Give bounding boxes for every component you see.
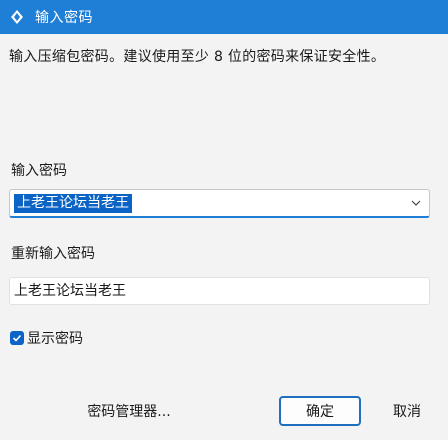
password-label: 输入密码 [11,163,67,179]
show-password-checkbox[interactable]: 显示密码 [10,328,83,348]
chevron-down-icon[interactable] [409,196,423,210]
password-combobox[interactable]: 上老王论坛当老王 [9,189,430,218]
description-text: 输入压缩包密码。建议使用至少 8 位的密码来保证安全性。 [9,49,386,65]
cancel-button[interactable]: 取消 [369,396,445,426]
confirm-password-field[interactable]: 上老王论坛当老王 [9,277,430,305]
ok-button[interactable]: 确定 [279,396,361,426]
password-manager-button[interactable]: 密码管理器... [39,396,219,426]
password-input[interactable]: 上老王论坛当老王 [14,194,132,213]
show-password-label[interactable]: 显示密码 [27,328,83,348]
checkbox-checked-icon[interactable] [10,331,24,345]
window-title: 输入密码 [35,10,93,26]
app-logo-icon [7,7,27,27]
confirm-password-label: 重新输入密码 [11,246,95,262]
title-bar: 输入密码 [0,0,448,34]
confirm-password-value[interactable]: 上老王论坛当老王 [14,282,126,300]
